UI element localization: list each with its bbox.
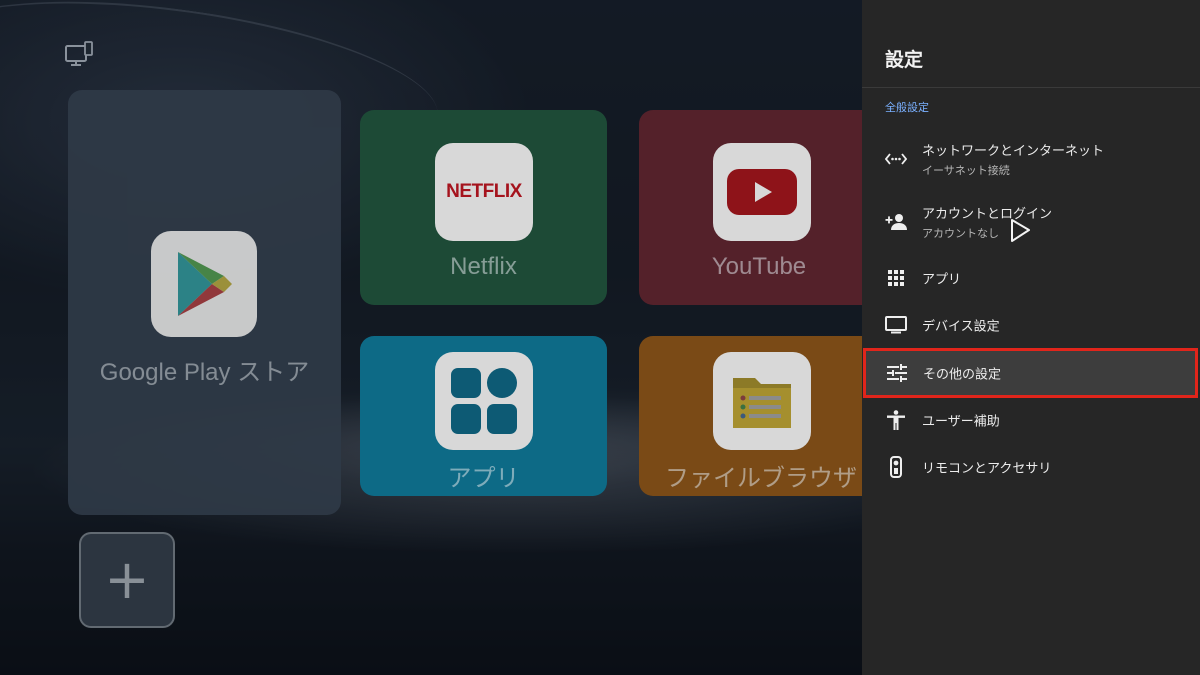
mouse-pointer-icon bbox=[1011, 219, 1030, 242]
settings-item-other[interactable]: その他の設定 bbox=[863, 348, 1198, 398]
settings-item-sublabel: イーサネット接続 bbox=[922, 164, 1010, 177]
tv-icon bbox=[885, 314, 907, 336]
tile-label-google-play: Google Play ストア bbox=[99, 359, 310, 386]
sliders-icon bbox=[886, 362, 908, 384]
tile-label-apps: アプリ bbox=[447, 465, 520, 492]
tile-file-browser[interactable]: ファイルブラウザ bbox=[639, 336, 862, 496]
apps-grid-tile-icon bbox=[435, 352, 533, 450]
plus-icon: + bbox=[104, 548, 150, 611]
settings-item-label: ユーザー補助 bbox=[922, 414, 1000, 430]
settings-panel: 設定 全般設定 ネットワークとインターネット イーサネット接続 アカウントとログ… bbox=[862, 0, 1200, 675]
settings-item-label: デバイス設定 bbox=[922, 319, 1000, 335]
settings-item-network[interactable]: ネットワークとインターネット イーサネット接続 bbox=[862, 137, 1200, 181]
add-app-button[interactable]: + bbox=[79, 532, 175, 628]
netflix-logo-icon: NETFLIX bbox=[435, 143, 533, 241]
tile-label-youtube: YouTube bbox=[711, 253, 807, 280]
settings-item-label: アプリ bbox=[922, 272, 962, 288]
add-account-icon bbox=[885, 211, 907, 233]
tile-google-play[interactable]: Google Play ストア bbox=[68, 90, 341, 515]
input-source-icon[interactable] bbox=[64, 40, 96, 70]
settings-item-sublabel: アカウントなし bbox=[922, 227, 999, 240]
tile-label-netflix: Netflix bbox=[450, 253, 517, 280]
tile-apps[interactable]: アプリ bbox=[360, 336, 607, 496]
google-play-icon bbox=[151, 231, 257, 337]
panel-divider bbox=[862, 87, 1200, 88]
tile-youtube[interactable]: YouTube bbox=[639, 110, 862, 305]
settings-item-label: アカウントとログイン bbox=[922, 207, 1053, 222]
home-screen: Google Play ストア NETFLIX Netflix YouTube bbox=[0, 0, 862, 675]
folder-icon bbox=[713, 352, 811, 450]
settings-item-label: リモコンとアクセサリ bbox=[922, 461, 1052, 477]
panel-title: 設定 bbox=[885, 49, 924, 71]
accessibility-icon bbox=[885, 409, 907, 431]
remote-icon bbox=[885, 456, 907, 478]
tile-netflix[interactable]: NETFLIX Netflix bbox=[360, 110, 607, 305]
settings-item-accessibility[interactable]: ユーザー補助 bbox=[862, 398, 1200, 442]
apps-grid-icon bbox=[885, 267, 907, 289]
network-icon bbox=[885, 148, 907, 170]
settings-item-label: ネットワークとインターネット bbox=[922, 144, 1105, 159]
settings-item-label: その他の設定 bbox=[923, 367, 1002, 383]
settings-item-device[interactable]: デバイス設定 bbox=[862, 303, 1200, 347]
settings-item-apps[interactable]: アプリ bbox=[862, 256, 1200, 300]
tile-label-file-browser: ファイルブラウザ bbox=[665, 465, 857, 492]
section-label-general: 全般設定 bbox=[885, 101, 929, 114]
settings-item-remote[interactable]: リモコンとアクセサリ bbox=[862, 445, 1200, 489]
youtube-logo-icon bbox=[713, 143, 811, 241]
